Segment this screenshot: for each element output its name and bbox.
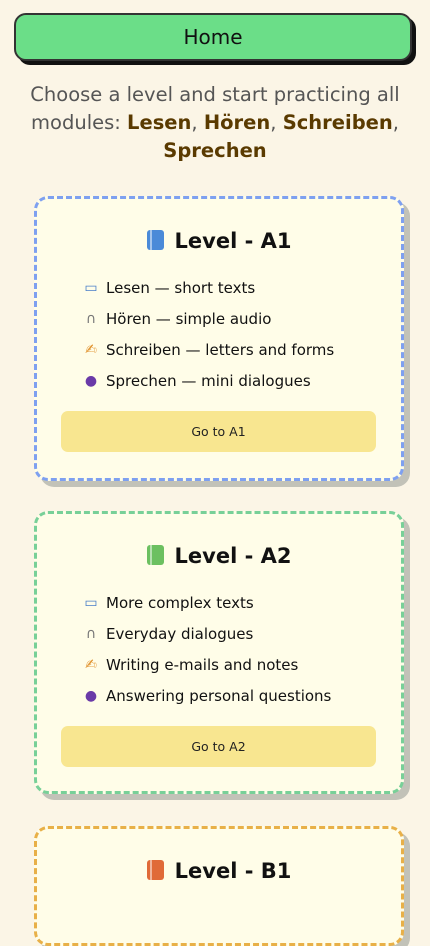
module-list: ▭ Lesen — short texts ∩ Hören — simple aud…	[83, 272, 393, 396]
home-button[interactable]: Home	[14, 13, 412, 61]
module-horen: Hören	[203, 111, 271, 134]
list-item: ▭ More complex texts	[84, 593, 254, 612]
module-lesen: Lesen	[127, 111, 192, 134]
module-schreiben: Schreiben	[282, 111, 393, 134]
speaking-head-icon: ●	[84, 687, 98, 704]
open-book-icon: ▭	[84, 279, 98, 296]
orange-book-icon	[146, 860, 164, 880]
intro-text: Choose a level and start practicing all …	[30, 83, 400, 162]
level-title: Level - B1	[37, 856, 401, 886]
headphones-icon: ∩	[85, 310, 97, 327]
green-book-icon	[146, 545, 164, 565]
level-card-b1: Level - B1	[34, 826, 404, 946]
list-item: ∩ Hören — simple audio	[83, 303, 393, 334]
list-item: ● Sprechen — mini dialogues	[84, 371, 311, 390]
speaking-head-icon: ●	[84, 372, 98, 389]
go-to-a1-button[interactable]: Go to A1	[61, 411, 376, 452]
list-item: ● Answering personal questions	[84, 686, 332, 705]
level-card-a1: Level - A1 ▭ Lesen — short texts ∩ Hören —…	[34, 196, 404, 481]
level-title: Level - A1	[37, 226, 401, 256]
module-sprechen: Sprechen	[163, 139, 267, 162]
open-book-icon: ▭	[84, 594, 98, 611]
blue-book-icon	[146, 230, 164, 250]
module-list: ▭ More complex texts ∩ Everyday dialogues …	[83, 587, 393, 711]
writing-hand-icon: ✍	[85, 656, 97, 673]
list-item: ✍ Writing e-mails and notes	[83, 649, 393, 680]
level-card-a2: Level - A2 ▭ More complex texts ∩ Everyday…	[34, 511, 404, 794]
writing-hand-icon: ✍	[85, 341, 97, 358]
list-item: ✍ Schreiben — letters and forms	[83, 334, 393, 365]
list-item: ∩ Everyday dialogues	[83, 618, 393, 649]
list-item: ▭ Lesen — short texts	[84, 278, 256, 297]
level-title: Level - A2	[37, 541, 401, 571]
go-to-a2-button[interactable]: Go to A2	[61, 726, 376, 767]
headphones-icon: ∩	[85, 625, 97, 642]
